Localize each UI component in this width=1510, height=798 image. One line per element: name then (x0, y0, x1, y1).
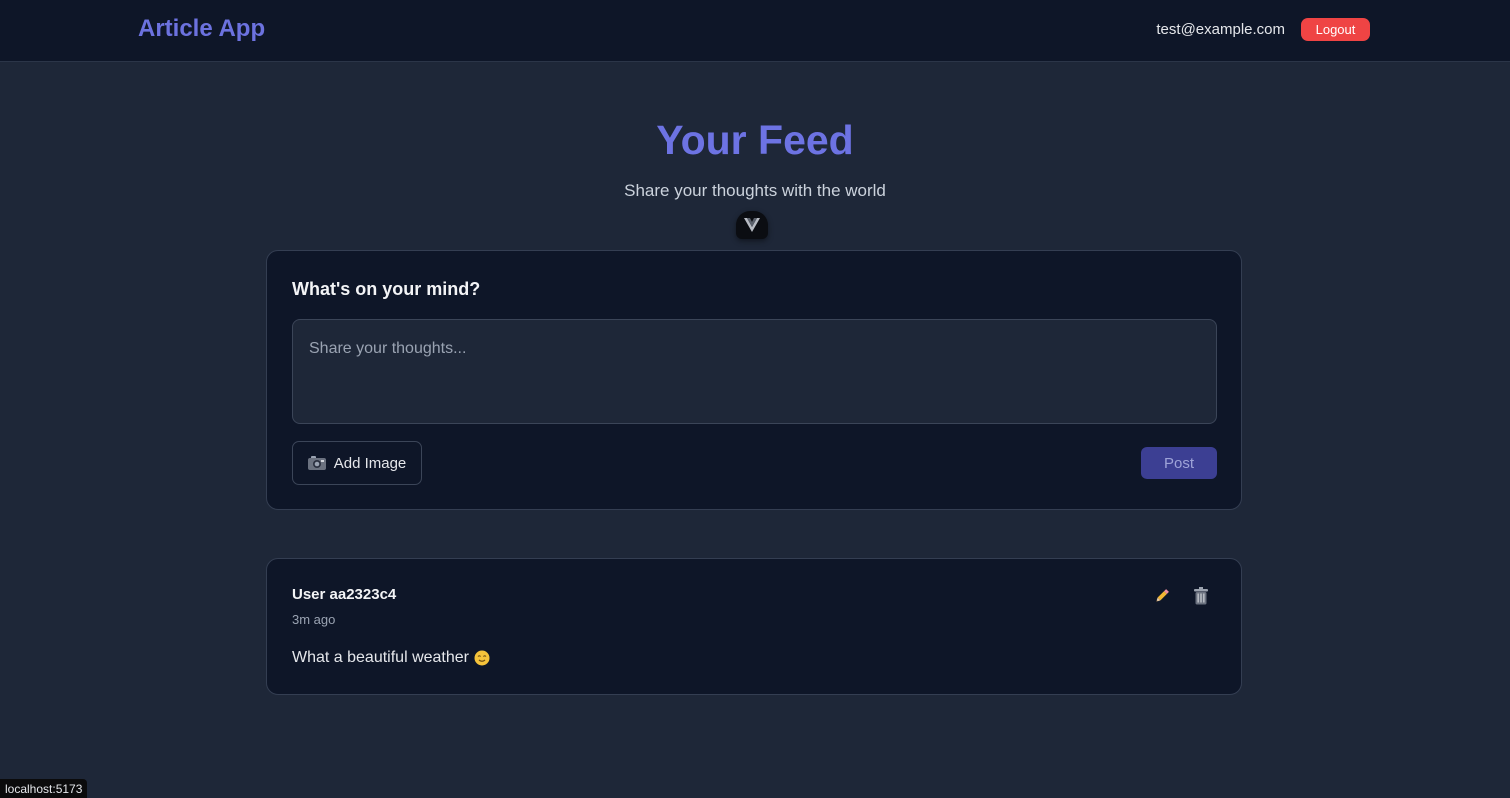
page-subtitle: Share your thoughts with the world (624, 181, 886, 200)
delete-icon (1194, 587, 1208, 605)
post-content-input[interactable] (292, 319, 1217, 424)
new-post-card: What's on your mind? Add Image Post (266, 250, 1242, 510)
post-content: What a beautiful weather (292, 649, 490, 667)
smile-icon (474, 650, 490, 666)
status-bar-url: localhost:5173 (0, 779, 88, 798)
post-card: User aa2323c4 3m ago What a beautiful we… (266, 558, 1242, 695)
composer-heading: What's on your mind? (292, 279, 481, 299)
vue-devtools-button[interactable] (736, 211, 768, 239)
page-title: Your Feed (656, 117, 854, 163)
logout-button[interactable]: Logout (1301, 18, 1370, 41)
add-image-button[interactable]: Add Image (292, 441, 422, 485)
post-timestamp: 3m ago (292, 612, 336, 627)
user-email: test@example.com (1156, 21, 1285, 38)
app-brand[interactable]: Article App (138, 15, 265, 43)
post-author: User aa2323c4 (292, 586, 397, 603)
post-button[interactable]: Post (1141, 447, 1217, 479)
top-navbar: Article App test@example.com Logout (0, 0, 1510, 62)
delete-post-button[interactable] (1190, 585, 1212, 607)
edit-icon (1155, 588, 1169, 602)
post-content-text: What a beautiful weather (292, 649, 469, 666)
edit-post-button[interactable] (1150, 585, 1172, 607)
add-image-label: Add Image (333, 454, 407, 472)
camera-icon (307, 456, 326, 470)
vue-icon (744, 218, 760, 232)
